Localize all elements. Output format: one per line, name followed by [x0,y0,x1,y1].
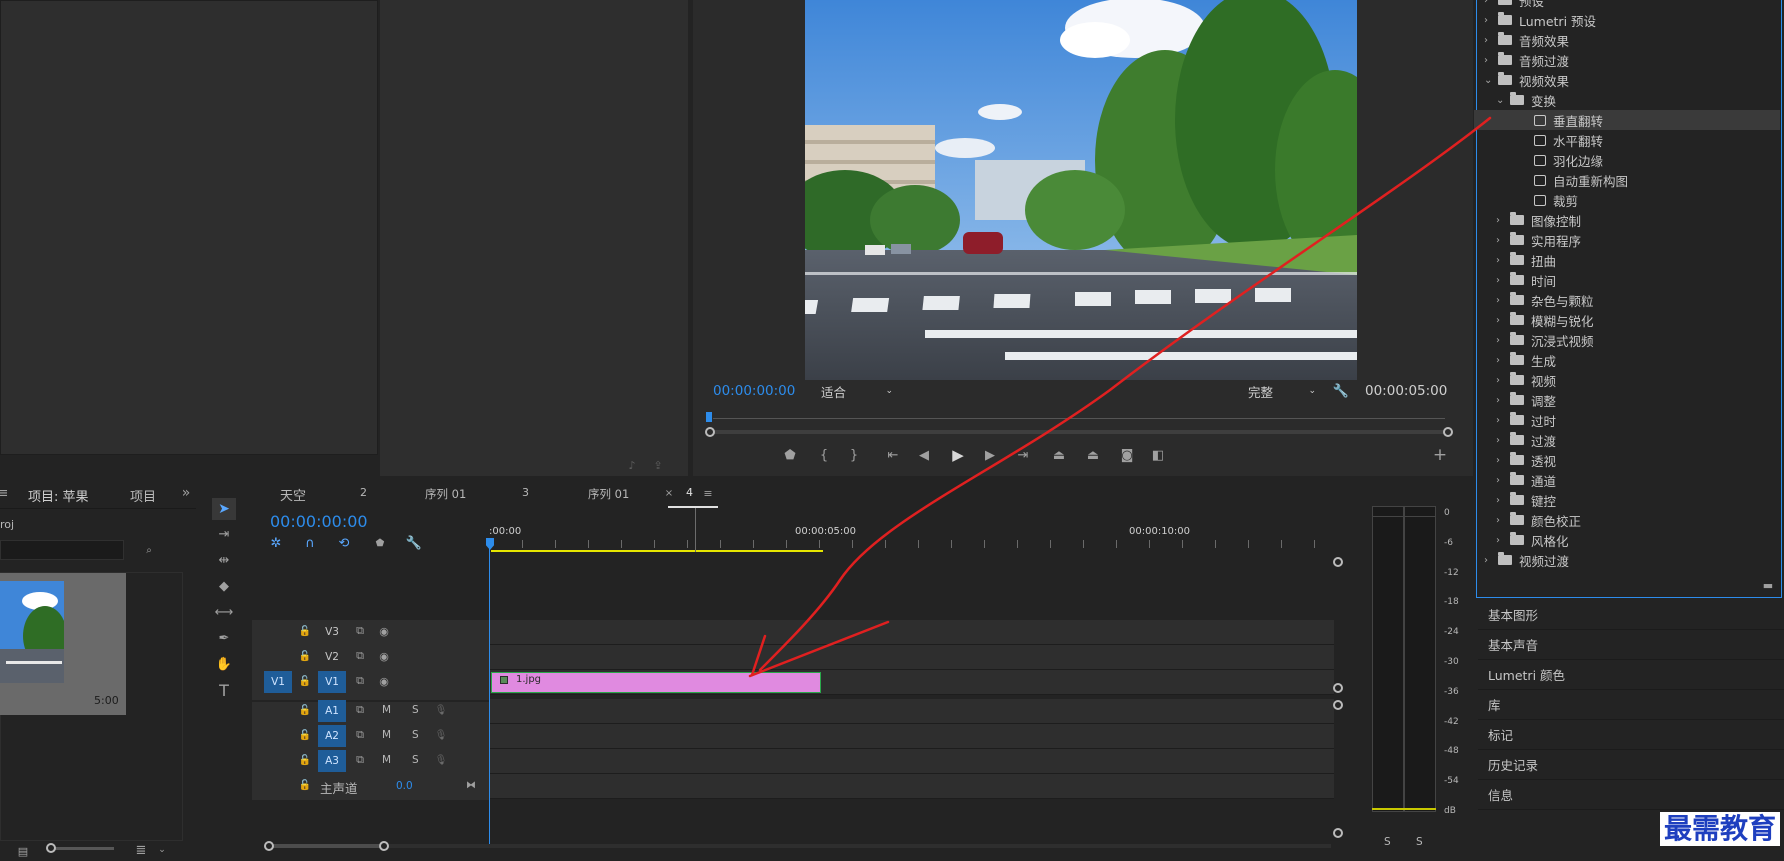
watermark: 最需教育 [1660,812,1781,846]
annotation-arrow [748,116,1492,678]
